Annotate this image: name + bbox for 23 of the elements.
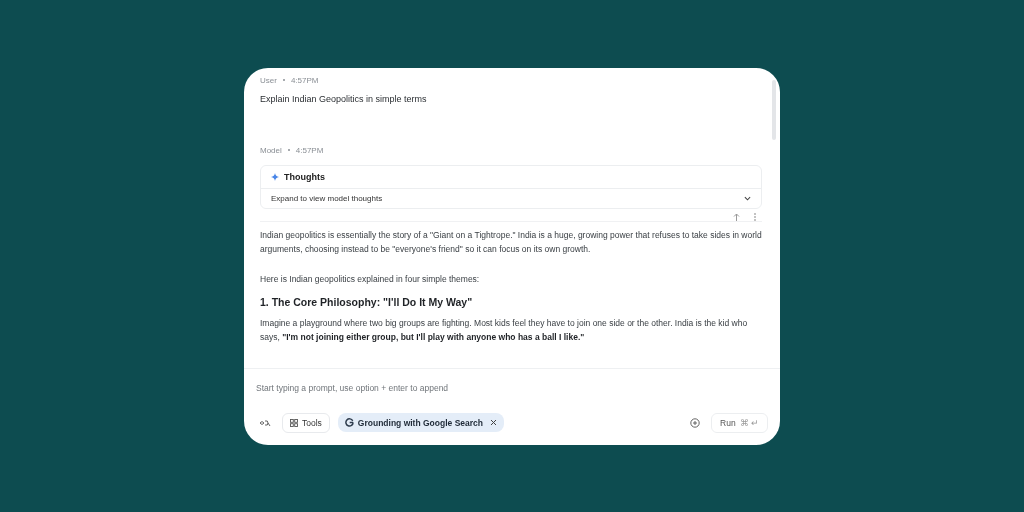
- search-chip[interactable]: Grounding with Google Search: [337, 413, 504, 432]
- chevron-icon: [744, 195, 751, 201]
- response-paragraph: Indian geopolitics is essentially the story of a "Giant on a Tightrope." India is a huge, growing power that refuses to take sides in world arguments, choosing instead to be "everyone's friend" so it can focus on its own growth.: [260, 228, 762, 256]
- sender-label: Model: [260, 145, 282, 155]
- thoughts-title: Thoughts: [284, 171, 325, 182]
- google-icon: [344, 418, 354, 427]
- run-button[interactable]: Run ⌘ ↵: [711, 412, 768, 433]
- user-message: Explain Indian Geopolitics in simple terms: [260, 93, 428, 104]
- response-paragraph: Imagine a playground where two big groups are fighting. Most kids feel they have to join one side or the other. India is the kid who says, "I'm not joining either group, but I'll play with anyone who has a ball I like.": [260, 316, 749, 344]
- sparkle-icon: [271, 172, 279, 181]
- grid-icon: [290, 418, 298, 427]
- arrow-up-icon[interactable]: [733, 212, 740, 221]
- response-heading: 1. The Core Philosophy: "I'll Do It My Way": [260, 295, 474, 308]
- thoughts-toggle[interactable]: Expand to view model thoughts: [261, 188, 761, 208]
- timestamp: 4:57PM: [295, 145, 324, 155]
- prompt-input[interactable]: Start typing a prompt, use option + enter to append: [256, 382, 768, 393]
- timestamp: 4:57PM: [290, 75, 319, 85]
- chip-label: Grounding with Google Search: [357, 417, 483, 428]
- add-circle-icon: [690, 417, 701, 428]
- close-icon: [490, 419, 497, 426]
- tools-button[interactable]: Tools: [282, 412, 330, 433]
- sender-label: User: [260, 75, 277, 85]
- response-paragraph: Here is Indian geopolitics explained in four simple themes:: [260, 272, 481, 286]
